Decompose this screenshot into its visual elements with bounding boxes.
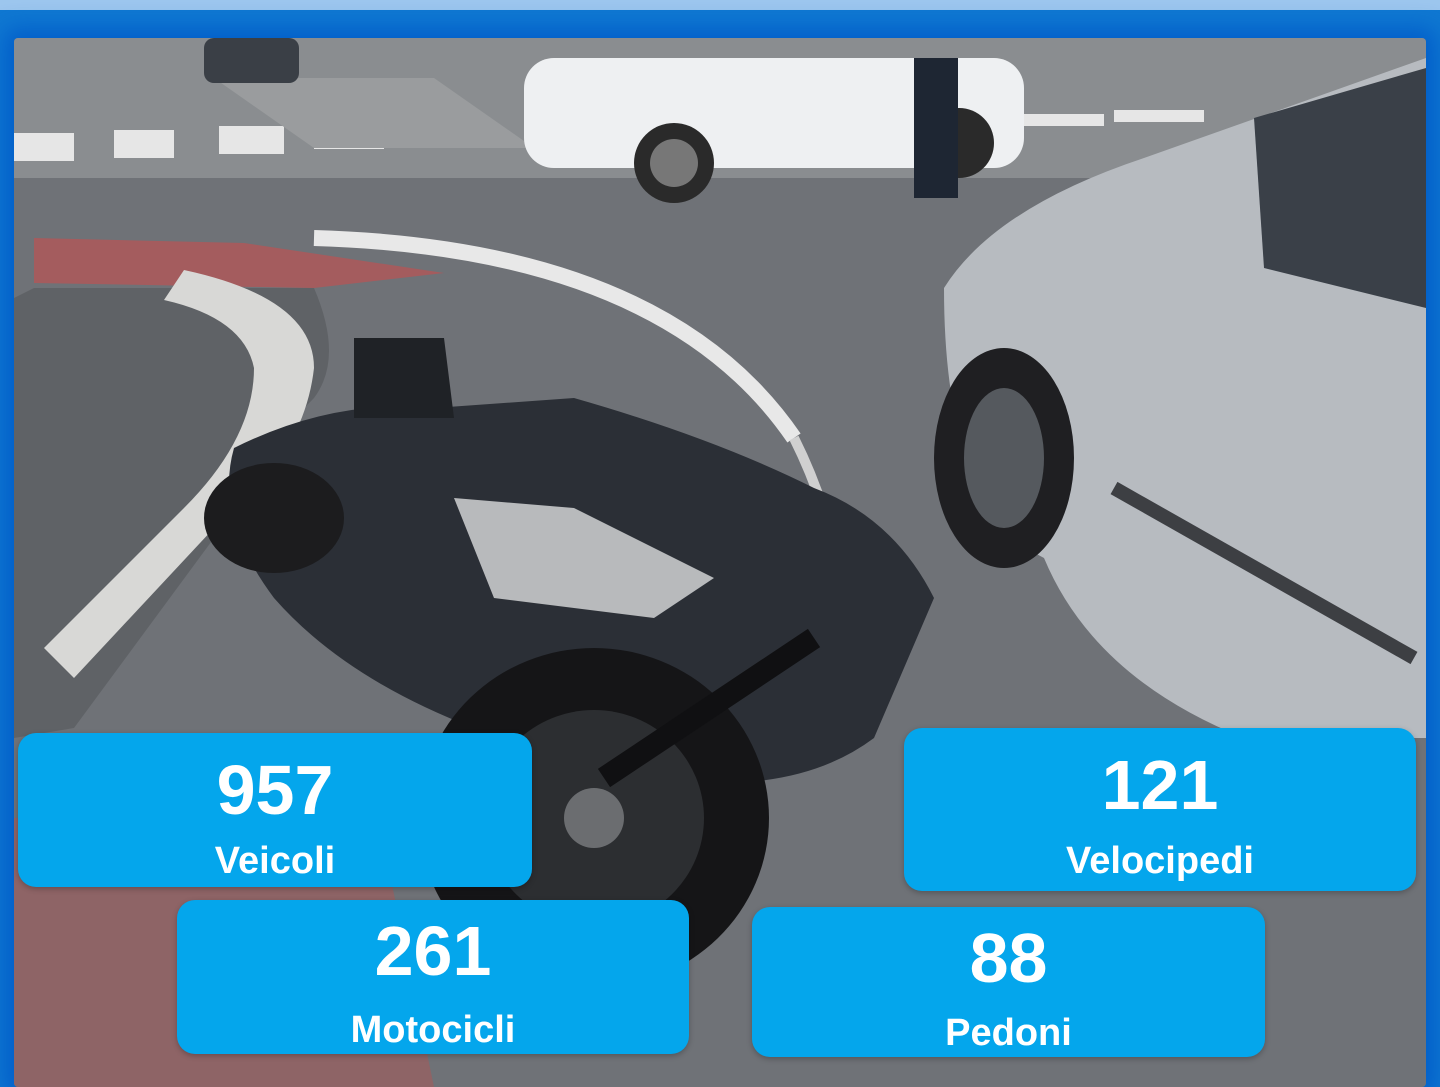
stat-card-veicoli: 957 Veicoli bbox=[18, 733, 532, 887]
stat-label: Motocicli bbox=[350, 1009, 516, 1051]
stat-value: 121 bbox=[1101, 746, 1219, 824]
stat-value: 261 bbox=[374, 912, 492, 990]
stat-label: Veicoli bbox=[214, 840, 336, 882]
stat-value: 88 bbox=[969, 919, 1048, 997]
stat-label: Velocipedi bbox=[1066, 840, 1254, 882]
stat-card-motocicli: 261 Motocicli bbox=[177, 900, 689, 1054]
stat-card-velocipedi: 121 Velocipedi bbox=[904, 728, 1416, 891]
stat-label: Pedoni bbox=[945, 1012, 1072, 1054]
stat-value: 957 bbox=[216, 751, 334, 829]
top-bar bbox=[0, 0, 1440, 10]
stat-card-pedoni: 88 Pedoni bbox=[752, 907, 1265, 1057]
